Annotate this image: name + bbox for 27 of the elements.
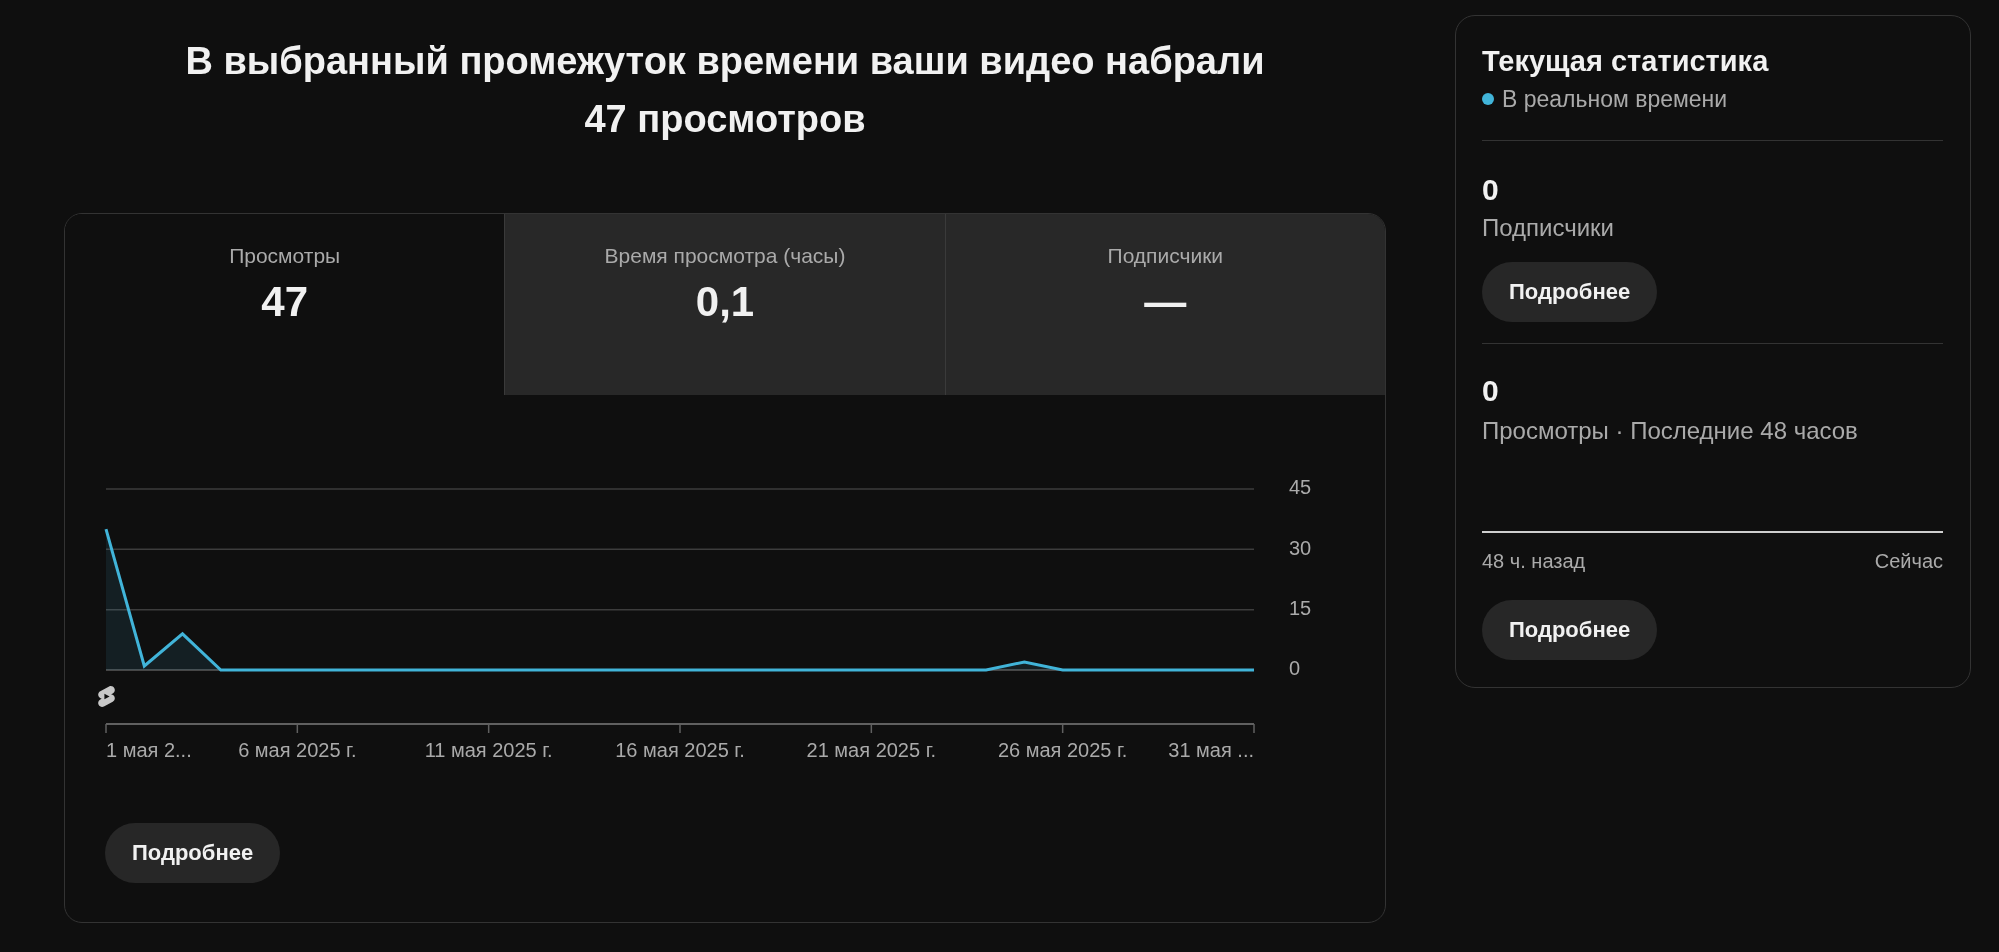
y-tick-label: 15 xyxy=(1289,596,1312,619)
headline: В выбранный промежуток времени ваши видео набрали 47 просмотров xyxy=(184,39,1266,142)
x-edge-label: 31 мая ... xyxy=(1168,739,1254,762)
stat-label: Подписчики xyxy=(1482,214,1615,242)
y-tick-label: 0 xyxy=(1289,657,1301,680)
details-button[interactable]: Подробнее xyxy=(105,823,281,883)
x-edge-label: 1 мая 2... xyxy=(106,739,192,762)
range-start-label: 48 ч. назад xyxy=(1482,549,1586,573)
play-badge-icon xyxy=(98,686,115,707)
x-tick-label: 16 мая 2025 г. xyxy=(615,739,745,762)
realtime-title: Текущая статистика xyxy=(1482,44,1770,78)
x-tick-label: 21 мая 2025 г. xyxy=(806,739,937,762)
y-tick-label: 45 xyxy=(1289,476,1312,499)
metric-tab[interactable]: Подписчики — xyxy=(944,214,1385,395)
stat-label: Просмотры · Последние 48 часов xyxy=(1482,417,1858,445)
metric-tab[interactable]: Время просмотра (часы) 0,1 xyxy=(504,214,945,395)
live-label: В реальном времени xyxy=(1502,85,1728,113)
live-dot-icon xyxy=(1482,93,1494,105)
stat-value: 0 xyxy=(1482,374,1499,408)
x-tick-label: 6 мая 2025 г. xyxy=(238,739,357,762)
y-tick-label: 30 xyxy=(1289,536,1312,559)
details-button[interactable]: Подробнее xyxy=(1482,262,1658,322)
stat-value: 0 xyxy=(1482,173,1499,207)
details-button[interactable]: Подробнее xyxy=(1482,600,1658,660)
x-tick-label: 26 мая 2025 г. xyxy=(997,739,1128,762)
range-end-label: Сейчас xyxy=(1874,549,1943,573)
x-tick-label: 11 мая 2025 г. xyxy=(424,739,553,762)
